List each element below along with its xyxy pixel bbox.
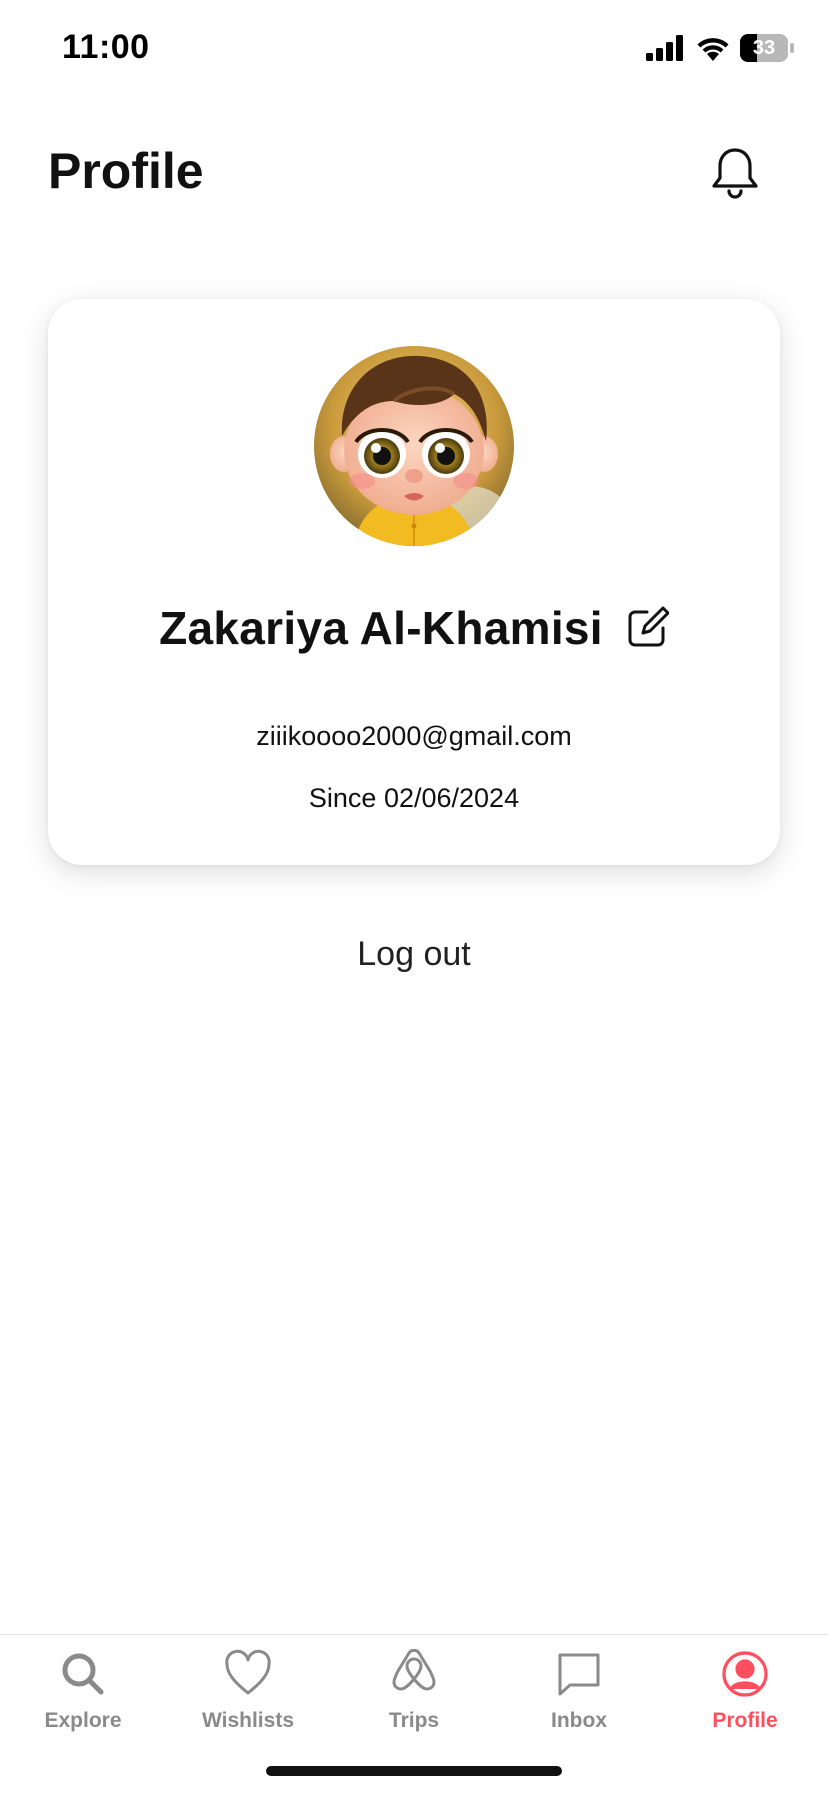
chat-bubble-icon (558, 1653, 600, 1696)
tab-profile[interactable]: Profile (662, 1649, 828, 1749)
tab-label: Explore (44, 1709, 122, 1732)
tab-explore[interactable]: Explore (0, 1649, 166, 1749)
member-since: Since 02/06/2024 (308, 783, 520, 813)
tab-inbox[interactable]: Inbox (496, 1649, 662, 1749)
page-title: Profile (48, 143, 204, 199)
avatar[interactable] (314, 346, 514, 546)
user-email: ziiikoooo2000@gmail.com (256, 721, 572, 751)
tab-label: Profile (712, 1709, 778, 1732)
notifications-button[interactable] (710, 146, 760, 200)
name-row: Zakariya Al-Khamisi (48, 601, 780, 655)
tab-label: Wishlists (202, 1709, 294, 1732)
heart-icon (225, 1649, 271, 1695)
tab-label: Trips (388, 1709, 440, 1732)
status-icons: 33 (646, 34, 796, 62)
airbnb-logo-icon (392, 1649, 436, 1691)
avatar-image (314, 346, 514, 546)
search-icon (62, 1653, 104, 1695)
tab-trips[interactable]: Trips (331, 1649, 497, 1749)
user-circle-icon (722, 1651, 768, 1697)
battery-level: 33 (752, 37, 776, 59)
tab-label: Inbox (551, 1709, 607, 1732)
tab-wishlists[interactable]: Wishlists (165, 1649, 331, 1749)
status-bar: 11:00 33 (0, 0, 828, 100)
profile-card: Zakariya Al-Khamisi ziiikoooo2000@gmail.… (48, 299, 780, 865)
edit-icon (628, 606, 670, 647)
battery-indicator: 33 (740, 34, 796, 62)
edit-profile-button[interactable] (625, 606, 670, 650)
home-indicator (266, 1766, 562, 1776)
status-time: 11:00 (62, 28, 150, 66)
logout-button[interactable]: Log out (264, 924, 564, 984)
user-name: Zakariya Al-Khamisi (159, 602, 603, 654)
wifi-icon (697, 38, 729, 61)
signal-icon (646, 35, 683, 61)
bell-icon (712, 148, 758, 199)
